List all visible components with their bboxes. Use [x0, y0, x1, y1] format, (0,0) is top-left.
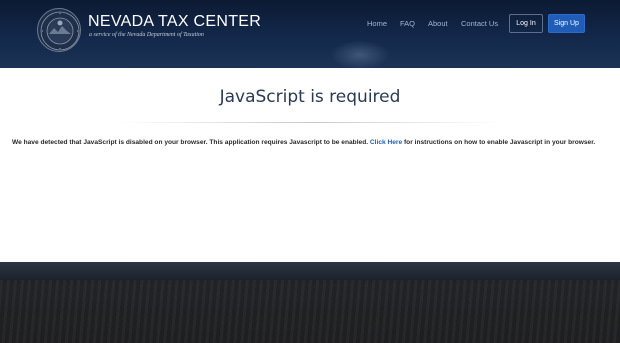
brand-subtitle: a service of the Nevada Department of Ta… [89, 32, 204, 38]
signup-button[interactable]: Sign Up [548, 14, 585, 33]
page-title: JavaScript is required [219, 87, 401, 107]
nav-faq-link[interactable]: FAQ [400, 19, 415, 28]
mountain-ridge [0, 262, 620, 280]
click-here-link[interactable]: Click Here [370, 139, 402, 146]
nav-contact-link[interactable]: Contact Us [461, 19, 498, 28]
field-landscape [0, 280, 620, 343]
title-divider [118, 122, 502, 123]
site-header: NEVADA TAX CENTER a service of the Nevad… [0, 0, 620, 68]
nav-home-link[interactable]: Home [367, 19, 387, 28]
main-content: JavaScript is required We have detected … [0, 68, 620, 262]
header-background-glow [330, 40, 390, 68]
message-text-before: We have detected that JavaScript is disa… [12, 139, 370, 146]
javascript-disabled-message: We have detected that JavaScript is disa… [12, 139, 612, 146]
message-text-after: for instructions on how to enable Javasc… [402, 139, 596, 146]
nevada-state-seal-icon[interactable] [37, 8, 81, 52]
login-button[interactable]: Log In [509, 14, 543, 33]
footer-background-image [0, 262, 620, 343]
nav-about-link[interactable]: About [428, 19, 448, 28]
brand-title[interactable]: NEVADA TAX CENTER [88, 13, 261, 31]
